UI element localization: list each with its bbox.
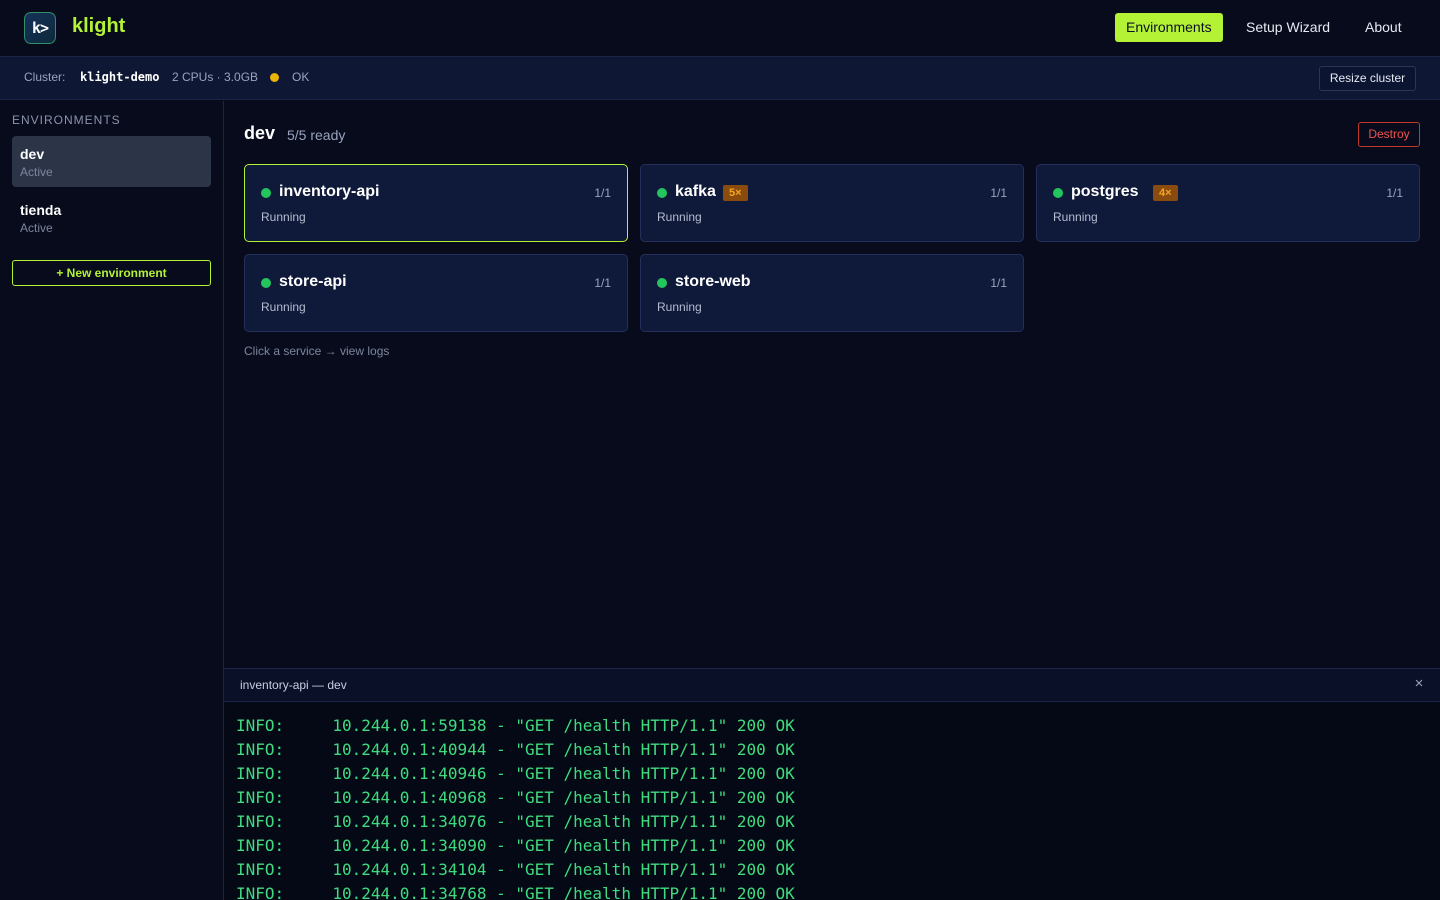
service-state: Running: [657, 210, 702, 224]
service-name: kafka: [675, 183, 716, 200]
log-line: INFO: 10.244.0.1:34090 - "GET /health HT…: [236, 836, 795, 855]
log-panel-title: inventory-api — dev: [240, 678, 347, 692]
running-status-icon: [261, 188, 271, 198]
log-line: INFO: 10.244.0.1:34076 - "GET /health HT…: [236, 812, 795, 831]
env-item-status: Active: [20, 165, 53, 179]
cluster-status-dot-icon: [270, 73, 279, 82]
service-state: Running: [261, 300, 306, 314]
running-status-icon: [261, 278, 271, 288]
service-state: Running: [1053, 210, 1098, 224]
replica-count: 1/1: [1386, 186, 1403, 200]
env-ready-count: 5/5 ready: [287, 127, 346, 143]
cluster-bar: Cluster: klight-demo 2 CPUs · 3.0GB OK R…: [0, 57, 1440, 100]
env-item-name: tienda: [20, 202, 62, 218]
cluster-resources: 2 CPUs · 3.0GB: [172, 70, 259, 84]
service-name: store-api: [279, 273, 347, 290]
destroy-button[interactable]: Destroy: [1358, 122, 1420, 147]
env-item-name: dev: [20, 146, 45, 162]
service-name: store-web: [675, 273, 751, 290]
env-item-status: Active: [20, 221, 53, 235]
running-status-icon: [657, 278, 667, 288]
log-line: INFO: 10.244.0.1:40944 - "GET /health HT…: [236, 740, 795, 759]
resize-cluster-button[interactable]: Resize cluster: [1319, 66, 1416, 91]
logo-glyph: k>: [31, 19, 49, 37]
log-line: INFO: 10.244.0.1:34768 - "GET /health HT…: [236, 884, 795, 900]
sidebar: ENVIRONMENTS dev Active tienda Active + …: [0, 101, 224, 900]
cluster-name: klight-demo: [80, 70, 160, 84]
replica-count: 1/1: [990, 276, 1007, 290]
nav-environments[interactable]: Environments: [1115, 13, 1223, 42]
cluster-status: OK: [292, 70, 310, 84]
restart-badge: 5×: [723, 185, 748, 201]
service-state: Running: [261, 210, 306, 224]
hint-text: Click a service → view logs: [244, 344, 390, 358]
log-panel: inventory-api — dev × INFO: 10.244.0.1:5…: [224, 668, 1440, 900]
service-name: inventory-api: [279, 183, 380, 200]
sidebar-item-dev[interactable]: dev Active: [12, 136, 211, 187]
new-environment-button[interactable]: + New environment: [12, 260, 211, 286]
running-status-icon: [657, 188, 667, 198]
replica-count: 1/1: [990, 186, 1007, 200]
nav-about[interactable]: About: [1354, 13, 1413, 42]
restart-badge: 4×: [1153, 185, 1178, 201]
log-line: INFO: 10.244.0.1:40946 - "GET /health HT…: [236, 764, 795, 783]
log-line: INFO: 10.244.0.1:40968 - "GET /health HT…: [236, 788, 795, 807]
logo-icon[interactable]: k>: [24, 12, 56, 44]
brand-name[interactable]: klight: [72, 15, 125, 38]
service-card-store-web[interactable]: store-web 1/1 Running: [640, 254, 1024, 332]
replica-count: 1/1: [594, 186, 611, 200]
close-icon[interactable]: ×: [1411, 676, 1427, 692]
log-line: INFO: 10.244.0.1:34104 - "GET /health HT…: [236, 860, 795, 879]
service-card-store-api[interactable]: store-api 1/1 Running: [244, 254, 628, 332]
running-status-icon: [1053, 188, 1063, 198]
log-panel-header: inventory-api — dev ×: [224, 669, 1440, 702]
env-title: dev: [244, 123, 276, 143]
top-bar: k> klight Environments Setup Wizard Abou…: [0, 0, 1440, 57]
sidebar-item-tienda[interactable]: tienda Active: [12, 192, 211, 243]
service-state: Running: [657, 300, 702, 314]
log-line: INFO: 10.244.0.1:59138 - "GET /health HT…: [236, 716, 795, 735]
sidebar-heading: ENVIRONMENTS: [12, 113, 121, 127]
cluster-label: Cluster:: [24, 70, 66, 84]
log-output[interactable]: INFO: 10.244.0.1:59138 - "GET /health HT…: [236, 715, 1426, 900]
service-card-postgres[interactable]: postgres 4× 1/1 Running: [1036, 164, 1420, 242]
service-card-inventory-api[interactable]: inventory-api 1/1 Running: [244, 164, 628, 242]
nav-setup-wizard[interactable]: Setup Wizard: [1235, 13, 1341, 42]
replica-count: 1/1: [594, 276, 611, 290]
service-name: postgres: [1071, 183, 1139, 200]
service-card-kafka[interactable]: kafka 5× 1/1 Running: [640, 164, 1024, 242]
main-panel: dev 5/5 ready Destroy inventory-api 1/1 …: [224, 101, 1440, 668]
